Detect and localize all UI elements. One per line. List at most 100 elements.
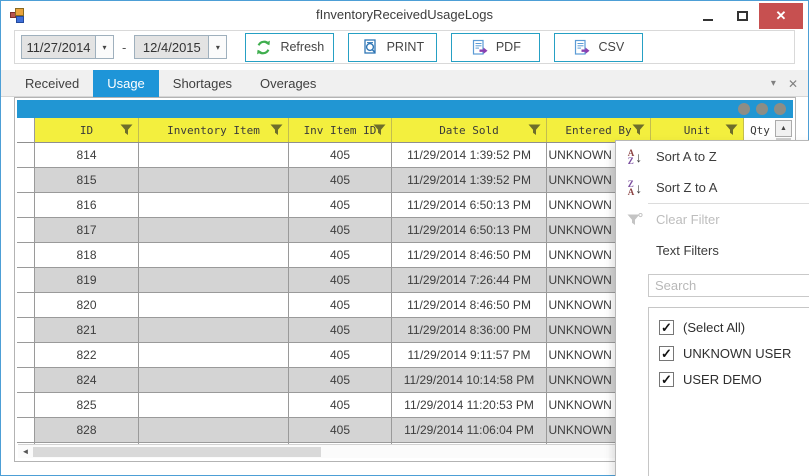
cell-inventory-item	[139, 318, 289, 342]
tab-received[interactable]: Received	[11, 70, 93, 97]
row-header-cell[interactable]	[17, 343, 35, 367]
menu-item-text-filters[interactable]: Text Filters	[616, 235, 809, 266]
menu-item-clear-filter[interactable]: Clear Filter	[616, 204, 809, 235]
column-header-id[interactable]: ID	[35, 118, 139, 142]
toolbar: 11/27/2014 ▾ - 12/4/2015 ▾ Refresh	[14, 30, 795, 64]
grid-caption-bar	[17, 100, 793, 118]
cell-date-sold: 11/29/2014 11:20:53 PM	[392, 393, 547, 417]
cell-date-sold: 11/29/2014 8:46:50 PM	[392, 243, 547, 267]
tab-usage[interactable]: Usage	[93, 70, 159, 97]
print-preview-icon	[362, 39, 379, 56]
filter-funnel-icon[interactable]	[632, 124, 645, 136]
tab-list-dropdown-icon[interactable]: ▾	[771, 78, 776, 89]
menu-item-sort-z-to-a[interactable]: Z A ↓ Sort Z to A	[616, 172, 809, 203]
cell-inventory-item	[139, 343, 289, 367]
filter-dropdown-menu: A Z ↓ Sort A to Z Z A ↓ Sort Z to A	[615, 140, 809, 476]
grid-corner-cell	[17, 118, 35, 142]
checkbox[interactable]: ✓	[659, 372, 674, 387]
filter-funnel-icon[interactable]	[270, 124, 283, 136]
row-header-cell[interactable]	[17, 293, 35, 317]
row-header-cell[interactable]	[17, 418, 35, 442]
tab-overages[interactable]: Overages	[246, 70, 330, 97]
csv-export-button[interactable]: CSV	[554, 33, 643, 62]
cell-inv-item-id: 405	[289, 393, 392, 417]
cell-inventory-item	[139, 393, 289, 417]
pdf-export-button[interactable]: PDF	[451, 33, 540, 62]
caption-bar-button[interactable]	[738, 103, 750, 115]
cell-id: 819	[35, 268, 139, 292]
refresh-button[interactable]: Refresh	[245, 33, 334, 62]
maximize-button[interactable]	[725, 3, 759, 29]
cell-inventory-item	[139, 218, 289, 242]
minimize-button[interactable]	[691, 3, 725, 29]
cell-inventory-item	[139, 168, 289, 192]
cell-date-sold: 11/29/2014 1:39:52 PM	[392, 143, 547, 167]
column-header-unit[interactable]: Unit	[651, 118, 744, 142]
horizontal-scrollbar-thumb[interactable]	[33, 447, 321, 457]
scroll-up-icon: ▲	[780, 125, 787, 132]
date-to-field[interactable]: 12/4/2015	[134, 35, 208, 59]
row-header-cell[interactable]	[17, 393, 35, 417]
filter-funnel-icon[interactable]	[725, 124, 738, 136]
date-range-separator: -	[122, 40, 126, 55]
row-header-cell[interactable]	[17, 168, 35, 192]
cell-date-sold: 11/29/2014 8:36:00 PM	[392, 318, 547, 342]
filter-funnel-icon[interactable]	[373, 124, 386, 136]
filter-search-input[interactable]	[648, 274, 809, 297]
cell-date-sold: 11/29/2014 9:11:57 PM	[392, 343, 547, 367]
cell-inventory-item	[139, 418, 289, 442]
cell-id: 814	[35, 143, 139, 167]
filter-value-item[interactable]: ✓ USER DEMO	[649, 366, 809, 392]
menu-item-sort-a-to-z[interactable]: A Z ↓ Sort A to Z	[616, 141, 809, 172]
column-header-inventory-item[interactable]: Inventory Item	[139, 118, 289, 142]
tab-close-icon[interactable]: ✕	[788, 77, 798, 91]
date-to-picker: 12/4/2015 ▾	[134, 35, 227, 59]
row-header-cell[interactable]	[17, 268, 35, 292]
cell-date-sold: 11/29/2014 10:14:58 PM	[392, 368, 547, 392]
checkbox[interactable]: ✓	[659, 346, 674, 361]
sort-za-icon: Z A ↓	[622, 180, 648, 196]
pdf-button-label: PDF	[496, 40, 521, 54]
column-header-inv-item-id[interactable]: Inv Item ID	[289, 118, 392, 142]
row-header-cell[interactable]	[17, 193, 35, 217]
date-to-dropdown-button[interactable]: ▾	[208, 35, 227, 59]
tab-shortages[interactable]: Shortages	[159, 70, 246, 97]
cell-date-sold: 11/29/2014 8:46:50 PM	[392, 293, 547, 317]
filter-funnel-icon[interactable]	[528, 124, 541, 136]
print-button[interactable]: PRINT	[348, 33, 437, 62]
row-header-cell[interactable]	[17, 243, 35, 267]
cell-inventory-item	[139, 193, 289, 217]
chevron-down-icon: ▾	[102, 43, 106, 52]
cell-id: 817	[35, 218, 139, 242]
row-header-cell[interactable]	[17, 143, 35, 167]
scroll-up-button[interactable]: ▲	[775, 120, 792, 137]
caption-bar-button[interactable]	[756, 103, 768, 115]
scroll-left-button[interactable]: ◄	[18, 447, 33, 456]
cell-inv-item-id: 405	[289, 143, 392, 167]
row-header-cell[interactable]	[17, 318, 35, 342]
filter-value-label: (Select All)	[683, 320, 745, 335]
cell-date-sold: 11/29/2014 6:50:13 PM	[392, 218, 547, 242]
cell-id: 822	[35, 343, 139, 367]
date-from-field[interactable]: 11/27/2014	[21, 35, 95, 59]
sort-az-icon: A Z ↓	[622, 149, 648, 165]
filter-value-item[interactable]: ✓ UNKNOWN USER	[649, 340, 809, 366]
close-icon: ✕	[776, 8, 787, 24]
column-header-entered-by[interactable]: Entered By	[547, 118, 651, 142]
checkbox[interactable]: ✓	[659, 320, 674, 335]
close-button[interactable]: ✕	[759, 3, 803, 29]
cell-inv-item-id: 405	[289, 318, 392, 342]
refresh-icon	[255, 39, 272, 56]
date-from-dropdown-button[interactable]: ▾	[95, 35, 114, 59]
row-header-cell[interactable]	[17, 218, 35, 242]
filter-funnel-icon[interactable]	[120, 124, 133, 136]
scroll-left-icon: ◄	[22, 447, 30, 456]
row-header-cell[interactable]	[17, 368, 35, 392]
column-header-qty[interactable]: Qty	[744, 118, 776, 142]
filter-value-item[interactable]: ✓ (Select All)	[649, 314, 809, 340]
cell-id: 816	[35, 193, 139, 217]
cell-inventory-item	[139, 293, 289, 317]
cell-id: 825	[35, 393, 139, 417]
caption-bar-button[interactable]	[774, 103, 786, 115]
column-header-date-sold[interactable]: Date Sold	[392, 118, 547, 142]
